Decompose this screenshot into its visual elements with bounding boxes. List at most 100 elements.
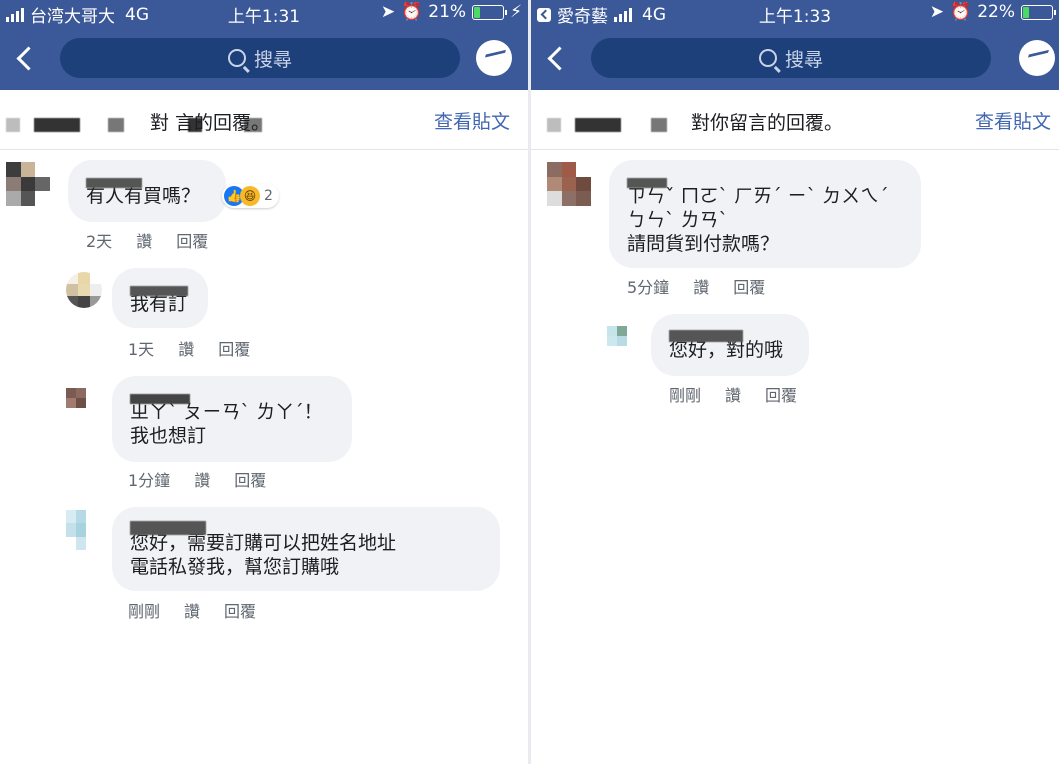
signal-icon — [614, 7, 632, 22]
carrier-info: 愛奇藝 4G — [537, 2, 666, 27]
back-to-app-icon[interactable] — [537, 7, 551, 22]
like-button[interactable]: 讚 — [184, 598, 200, 622]
avatar[interactable] — [6, 162, 50, 206]
reaction-summary[interactable]: 👍 😆 2 — [222, 184, 279, 208]
reply-button[interactable]: 回覆 — [765, 382, 797, 406]
comment-bubble: ㄓㄚˋ ㄆㄧㄢˋ ㄌㄚˊ！ 我也想訂 — [112, 376, 352, 462]
comment-actions: 5分鐘 讚 回覆 — [627, 274, 765, 298]
network-type: 4G — [642, 4, 666, 25]
signal-icon — [6, 7, 24, 22]
comment-text-line: 電話私發我，幫您訂購哦 — [130, 556, 340, 578]
like-button[interactable]: 讚 — [693, 274, 709, 298]
comment-actions: 2天 讚 回覆 — [86, 228, 208, 252]
status-right: ➤ ⏰ 22% — [929, 2, 1056, 22]
pixelated-name — [6, 118, 20, 132]
carrier-name: 愛奇藝 — [557, 7, 608, 27]
battery-percent: 22% — [977, 2, 1015, 22]
comment-text-line: 我也想訂 — [130, 425, 207, 447]
reply-header-title: 對 言的回覆。 — [150, 112, 271, 134]
reaction-count: 2 — [264, 188, 273, 204]
messenger-icon[interactable] — [476, 40, 512, 76]
like-button[interactable]: 讚 — [136, 228, 152, 252]
reply-button[interactable]: 回覆 — [234, 467, 266, 491]
avatar[interactable] — [547, 162, 591, 206]
commenter-name — [669, 324, 791, 342]
comment-time: 剛剛 — [669, 386, 702, 405]
battery-percent: 21% — [428, 2, 467, 22]
reply-header-title: 對你留言的回覆。 — [691, 112, 844, 134]
search-icon — [227, 49, 246, 67]
location-icon: ➤ — [929, 2, 945, 22]
avatar[interactable] — [66, 510, 96, 550]
status-right: ➤ ⏰ 21% ⚡ — [381, 2, 522, 22]
alarm-icon: ⏰ — [950, 2, 972, 22]
network-type: 4G — [125, 4, 149, 25]
comment-time: 1天 — [128, 340, 155, 359]
reply-header: 對你留言的回覆。 查看貼文 — [531, 90, 1059, 150]
pixelated-name — [651, 118, 667, 132]
avatar[interactable] — [66, 388, 96, 418]
status-bar: 愛奇藝 4G 上午1:33 ➤ ⏰ 22% — [531, 0, 1059, 27]
comment-bubble: 您好，對的哦 — [651, 314, 809, 376]
charging-icon: ⚡ — [510, 2, 522, 22]
reply-button[interactable]: 回覆 — [224, 598, 256, 622]
reply-button[interactable]: 回覆 — [733, 274, 765, 298]
pixelated-name — [575, 118, 621, 132]
search-bar[interactable]: 搜尋 — [60, 38, 460, 78]
left-screenshot: 台湾大哥大 4G 上午1:31 ➤ ⏰ 21% ⚡ 搜尋 對 言的回覆。 查看貼… — [0, 0, 528, 764]
navigation-bar: 台湾大哥大 4G 上午1:31 ➤ ⏰ 21% ⚡ 搜尋 — [0, 0, 528, 90]
comment-text: 我有訂 — [130, 293, 188, 315]
comment-bubble: 有人有買嗎？ — [68, 160, 226, 222]
messenger-icon[interactable] — [1019, 40, 1055, 76]
comment-time: 剛剛 — [128, 602, 161, 621]
comment-bubble: 我有訂 — [112, 268, 208, 328]
pixelated-name — [108, 118, 124, 132]
commenter-name — [130, 386, 334, 404]
reply-button[interactable]: 回覆 — [176, 228, 208, 252]
commenter-name — [130, 278, 190, 296]
comment-text-line: ㄗㄣˇ ㄇㄛˋ ㄏㄞˊ ㄧˋ ㄉㄨㄟˊ — [627, 185, 889, 207]
avatar[interactable] — [607, 326, 637, 356]
view-post-link[interactable]: 查看貼文 — [434, 107, 510, 134]
comment-actions: 1分鐘 讚 回覆 — [128, 467, 266, 491]
comment-actions: 1天 讚 回覆 — [128, 336, 250, 360]
comment-time: 1分鐘 — [128, 471, 171, 490]
carrier-info: 台湾大哥大 4G — [6, 2, 149, 27]
like-button[interactable]: 讚 — [194, 467, 210, 491]
status-bar: 台湾大哥大 4G 上午1:31 ➤ ⏰ 21% ⚡ — [0, 0, 528, 27]
search-placeholder: 搜尋 — [784, 48, 823, 71]
battery-icon — [1021, 4, 1056, 20]
comment-bubble: 您好，需要訂購可以把姓名地址 電話私發我，幫您訂購哦 — [112, 507, 500, 591]
status-time: 上午1:31 — [227, 7, 301, 27]
like-button[interactable]: 讚 — [725, 382, 741, 406]
comment-actions: 剛剛 讚 回覆 — [128, 598, 256, 622]
commenter-name — [130, 517, 482, 535]
right-screenshot: 愛奇藝 4G 上午1:33 ➤ ⏰ 22% 搜尋 對你留言的回覆。 查看貼文 ㄗ… — [531, 0, 1059, 764]
pixelated-name — [34, 118, 80, 132]
comment-text: 您好，對的哦 — [669, 339, 784, 361]
like-button[interactable]: 讚 — [178, 336, 194, 360]
search-bar[interactable]: 搜尋 — [591, 38, 991, 78]
battery-icon — [472, 4, 508, 20]
back-button[interactable] — [14, 44, 38, 72]
comment-text-line: 請問貨到付款嗎？ — [627, 233, 780, 255]
alarm-icon: ⏰ — [401, 2, 423, 22]
carrier-name: 台湾大哥大 — [30, 7, 115, 27]
pixelated-name — [547, 118, 561, 132]
comment-time: 2天 — [86, 232, 113, 251]
comment-text: 有人有買嗎？ — [86, 185, 201, 207]
comment-text-line: ㄅㄣˋ ㄌㄢˋ — [627, 209, 729, 231]
search-placeholder: 搜尋 — [253, 48, 292, 71]
avatar[interactable] — [66, 272, 102, 308]
view-post-link[interactable]: 查看貼文 — [975, 107, 1051, 134]
comment-bubble: ㄗㄣˇ ㄇㄛˋ ㄏㄞˊ ㄧˋ ㄉㄨㄟˊ ㄅㄣˋ ㄌㄢˋ 請問貨到付款嗎？ — [609, 160, 921, 268]
haha-reaction-icon: 😆 — [240, 186, 260, 206]
comment-actions: 剛剛 讚 回覆 — [669, 382, 797, 406]
comment-time: 5分鐘 — [627, 278, 670, 297]
commenter-name — [627, 170, 903, 188]
back-button[interactable] — [545, 44, 569, 72]
location-icon: ➤ — [380, 2, 396, 22]
navigation-bar: 愛奇藝 4G 上午1:33 ➤ ⏰ 22% 搜尋 — [531, 0, 1059, 90]
commenter-name — [86, 170, 208, 188]
reply-button[interactable]: 回覆 — [218, 336, 250, 360]
